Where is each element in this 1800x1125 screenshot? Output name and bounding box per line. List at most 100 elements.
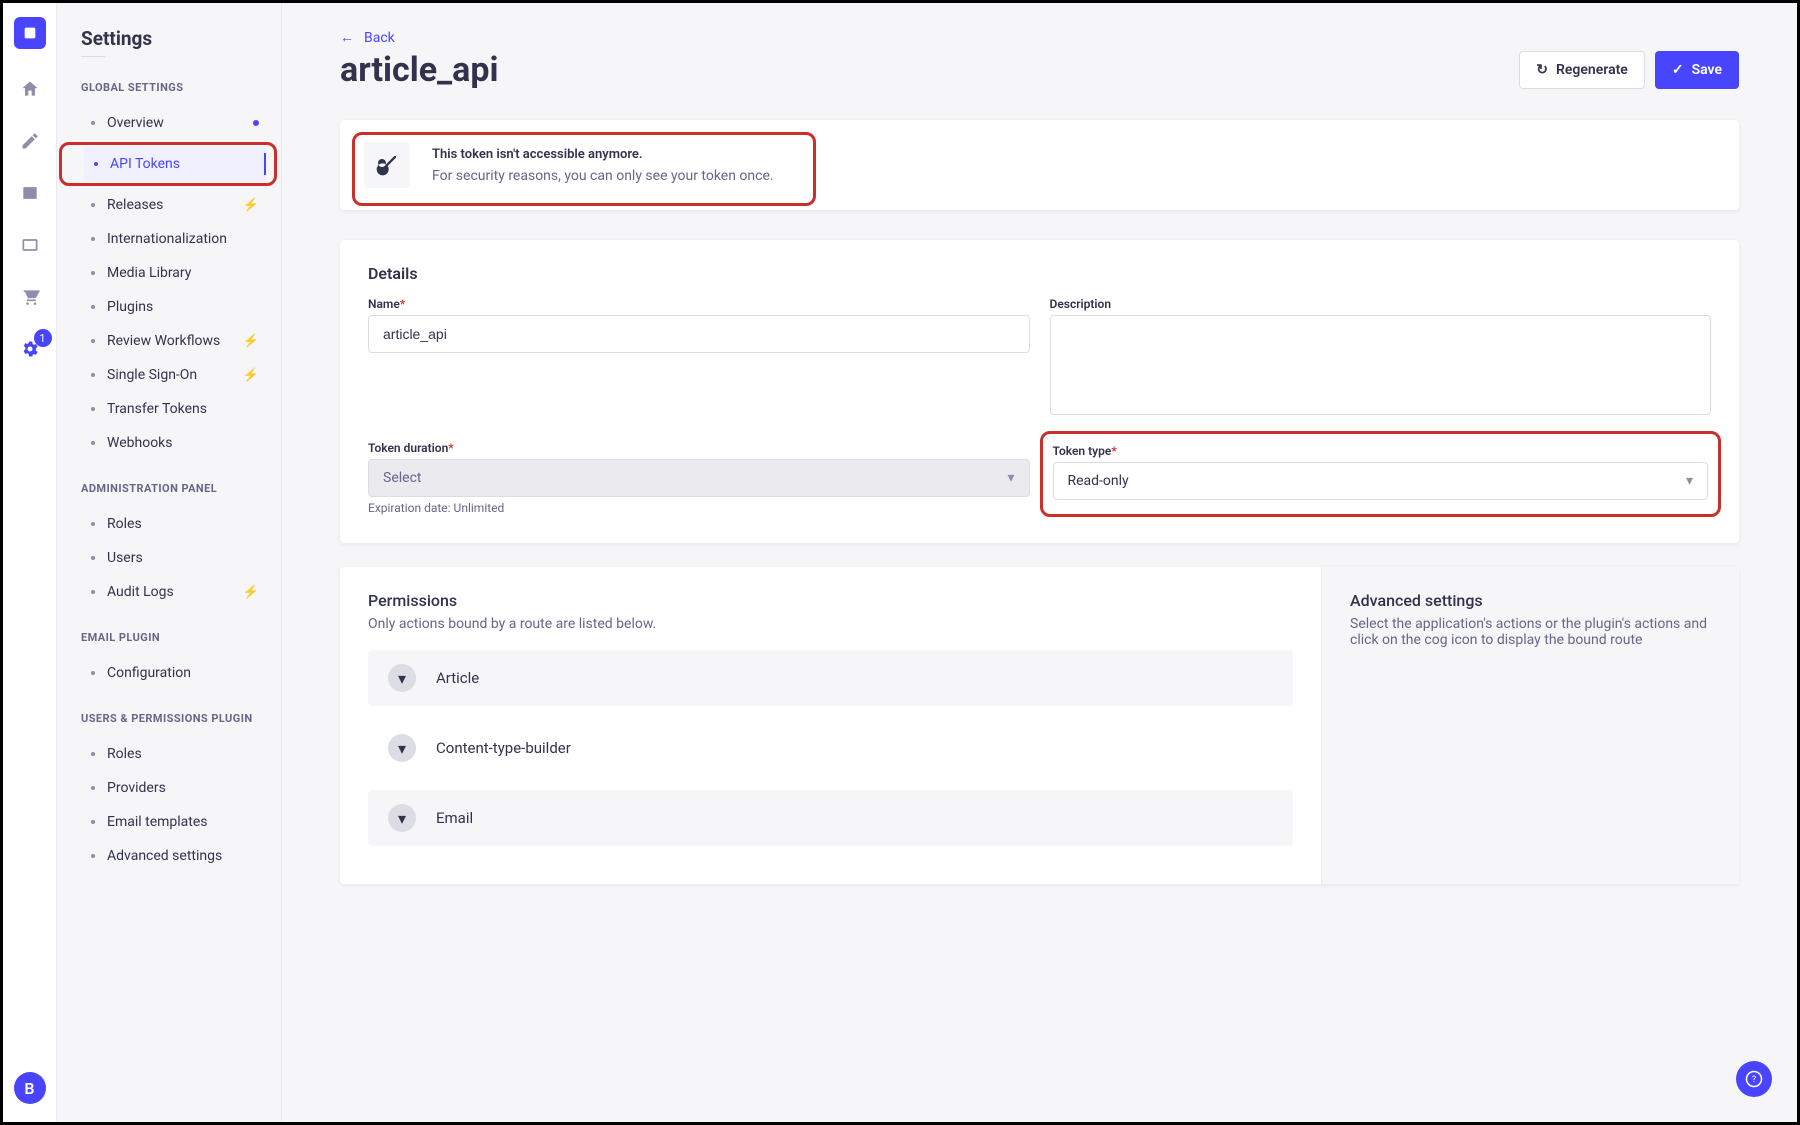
nav-label: Internationalization (107, 231, 227, 247)
caret-down-icon: ▾ (388, 804, 416, 832)
nav-label: Media Library (107, 265, 191, 281)
nav-label: Users (107, 550, 143, 566)
duration-label: Token duration* (368, 441, 1030, 455)
permissions-card: Permissions Only actions bound by a rout… (340, 567, 1739, 884)
warning-subtitle: For security reasons, you can only see y… (432, 168, 774, 184)
duration-select[interactable]: Select ▾ (368, 459, 1030, 497)
api-tokens-highlight: API Tokens (59, 142, 277, 186)
back-label: Back (364, 30, 395, 46)
advanced-subtitle: Select the application's actions or the … (1350, 616, 1711, 648)
nav-review-workflows[interactable]: Review Workflows⚡ (81, 324, 269, 358)
nav-transfer-tokens[interactable]: Transfer Tokens (81, 392, 269, 426)
refresh-icon: ↻ (1536, 62, 1548, 78)
home-icon[interactable] (18, 77, 42, 101)
nav-i18n[interactable]: Internationalization (81, 222, 269, 256)
nav-plugins[interactable]: Plugins (81, 290, 269, 324)
duration-helper: Expiration date: Unlimited (368, 501, 1030, 515)
arrow-left-icon: ← (340, 29, 354, 46)
perm-label: Article (436, 669, 479, 687)
nav-sso[interactable]: Single Sign-On ⚡ (81, 358, 269, 392)
advanced-heading: Advanced settings (1350, 591, 1711, 610)
details-heading: Details (368, 264, 1711, 283)
token-warning-card: This token isn't accessible anymore. For… (340, 120, 1739, 210)
settings-title: Settings (81, 27, 269, 50)
nav-upp-advanced[interactable]: Advanced settings (81, 839, 269, 873)
check-icon: ✓ (1672, 62, 1684, 78)
bolt-icon: ⚡ (243, 368, 259, 383)
caret-down-icon: ▾ (388, 664, 416, 692)
nav-label: Overview (107, 115, 164, 131)
nav-label: Roles (107, 746, 142, 762)
permissions-subtitle: Only actions bound by a route are listed… (368, 616, 1293, 632)
warning-title: This token isn't accessible anymore. (432, 147, 774, 162)
perm-item-article[interactable]: ▾ Article (368, 650, 1293, 706)
nav-label: Advanced settings (107, 848, 222, 864)
nav-overview[interactable]: Overview (81, 106, 269, 140)
nav-upp-providers[interactable]: Providers (81, 771, 269, 805)
help-button[interactable]: ? (1736, 1061, 1772, 1097)
user-avatar[interactable]: B (14, 1072, 46, 1104)
nav-label: Releases (107, 197, 163, 213)
caret-down-icon: ▾ (388, 734, 416, 762)
nav-email-config[interactable]: Configuration (81, 656, 269, 690)
bolt-icon: ⚡ (243, 198, 259, 213)
app-logo[interactable] (14, 17, 46, 49)
nav-webhooks[interactable]: Webhooks (81, 426, 269, 460)
nav-label: Transfer Tokens (107, 401, 207, 417)
section-upp: USERS & PERMISSIONS PLUGIN (81, 712, 269, 725)
cart-icon[interactable] (18, 285, 42, 309)
section-global: GLOBAL SETTINGS (81, 81, 269, 94)
type-field-group: Token type* Read-only ▾ (1050, 441, 1712, 515)
nav-label: Configuration (107, 665, 191, 681)
nav-media[interactable]: Media Library (81, 256, 269, 290)
nav-label: API Tokens (110, 156, 180, 172)
media-icon[interactable] (18, 181, 42, 205)
nav-label: Roles (107, 516, 142, 532)
advanced-panel: Advanced settings Select the application… (1321, 567, 1739, 884)
layout-icon[interactable] (18, 233, 42, 257)
icon-rail: 1 B (3, 3, 57, 1122)
perm-item-ctb[interactable]: ▾ Content-type-builder (368, 720, 1293, 776)
details-card: Details Name* Description Token duration… (340, 240, 1739, 543)
nav-upp-templates[interactable]: Email templates (81, 805, 269, 839)
desc-label: Description (1050, 297, 1712, 311)
save-button[interactable]: ✓ Save (1655, 51, 1739, 89)
bolt-icon: ⚡ (243, 334, 259, 349)
permissions-heading: Permissions (368, 591, 1293, 610)
nav-audit-logs[interactable]: Audit Logs⚡ (81, 575, 269, 609)
page-title: article_api (340, 50, 499, 90)
update-dot-icon (253, 120, 259, 126)
bolt-icon: ⚡ (243, 585, 259, 600)
permissions-left: Permissions Only actions bound by a rout… (340, 567, 1321, 884)
pen-icon[interactable] (18, 129, 42, 153)
nav-label: Email templates (107, 814, 208, 830)
nav-label: Webhooks (107, 435, 173, 451)
caret-down-icon: ▾ (1007, 470, 1014, 486)
nav-admin-roles[interactable]: Roles (81, 507, 269, 541)
desc-input[interactable] (1050, 315, 1712, 415)
duration-field-group: Token duration* Select ▾ Expiration date… (368, 441, 1030, 515)
nav-api-tokens[interactable]: API Tokens (84, 147, 266, 181)
caret-down-icon: ▾ (1686, 473, 1693, 489)
nav-label: Plugins (107, 299, 153, 315)
desc-field-group: Description (1050, 297, 1712, 419)
nav-admin-users[interactable]: Users (81, 541, 269, 575)
nav-label: Providers (107, 780, 166, 796)
duration-value: Select (383, 470, 421, 486)
nav-upp-roles[interactable]: Roles (81, 737, 269, 771)
save-label: Save (1692, 62, 1722, 78)
perm-item-email[interactable]: ▾ Email (368, 790, 1293, 846)
nav-releases[interactable]: Releases ⚡ (81, 188, 269, 222)
regenerate-label: Regenerate (1556, 62, 1628, 78)
key-icon (364, 142, 410, 188)
type-value: Read-only (1068, 473, 1129, 489)
settings-badge: 1 (34, 329, 52, 347)
back-link[interactable]: ← Back (340, 29, 395, 46)
perm-label: Email (436, 809, 473, 827)
settings-icon[interactable]: 1 (18, 337, 42, 361)
nav-label: Single Sign-On (107, 367, 197, 383)
type-select[interactable]: Read-only ▾ (1053, 462, 1709, 500)
regenerate-button[interactable]: ↻ Regenerate (1519, 51, 1645, 89)
name-input[interactable] (368, 315, 1030, 353)
name-label: Name* (368, 297, 1030, 311)
